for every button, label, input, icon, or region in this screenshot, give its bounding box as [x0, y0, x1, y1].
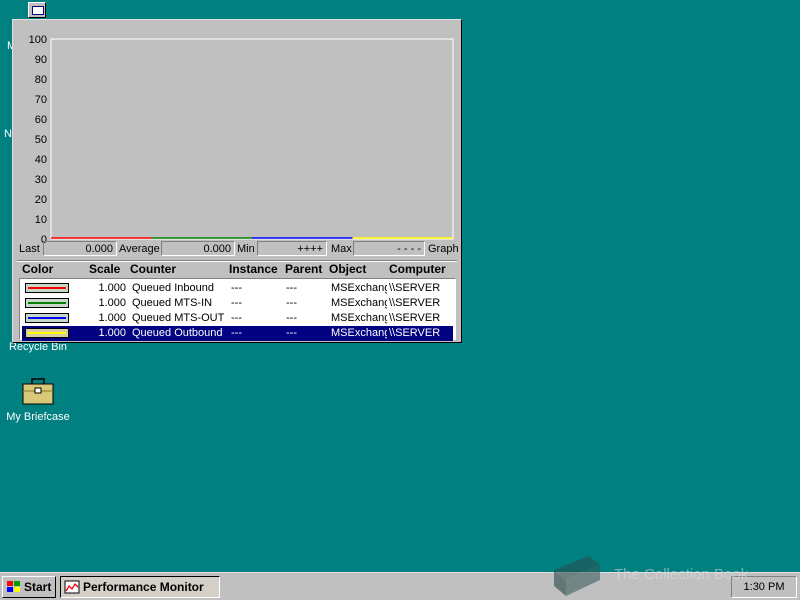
- graph-label: Graph: [428, 243, 459, 255]
- legend-cell-instance: ---: [231, 297, 242, 309]
- legend-row[interactable]: 1.000 Queued Inbound --- --- MSExchangeMTA\\…: [22, 281, 453, 296]
- legend-row[interactable]: 1.000 Queued Outbound --- --- MSExchangeMTA\…: [22, 326, 453, 341]
- legend-row[interactable]: 1.000 Queued MTS-IN --- --- MSExchangeMTA\\S…: [22, 296, 453, 311]
- min-label: Min: [237, 243, 255, 255]
- stats-bar: Last 0.000 Average 0.000 Min ++++ Max - …: [19, 241, 459, 257]
- legend-cell-object: MSExchangeMTA: [331, 297, 387, 309]
- legend-header-color[interactable]: Color: [22, 262, 53, 276]
- legend-color-swatch: [25, 313, 69, 323]
- clock[interactable]: 1:30 PM: [744, 581, 785, 593]
- y-tick-label: 100: [29, 34, 47, 46]
- legend-cell-counter: Queued MTS-IN: [132, 297, 213, 309]
- legend-cell-parent: ---: [286, 327, 297, 339]
- task-label: Performance Monitor: [83, 580, 204, 594]
- average-label: Average: [119, 243, 160, 255]
- legend-cell-computer: \\SERVER: [389, 312, 441, 324]
- legend-header-instance[interactable]: Instance: [229, 262, 278, 276]
- start-label: Start: [24, 580, 52, 594]
- legend-header-object[interactable]: Object: [329, 262, 366, 276]
- last-value: 0.000: [43, 241, 117, 256]
- legend-cell-computer: \\SERVER: [389, 327, 441, 339]
- legend-cell-object: MSExchangeMTA: [331, 312, 387, 324]
- y-tick-label: 90: [35, 54, 47, 66]
- performance-monitor-icon: [64, 580, 80, 594]
- legend-cell-instance: ---: [231, 312, 242, 324]
- legend-color-swatch: [25, 298, 69, 308]
- legend-cell-computer: \\SERVER: [389, 282, 441, 294]
- legend-color-swatch: [25, 328, 69, 338]
- legend-cell-instance: ---: [231, 327, 242, 339]
- legend-cell-counter: Queued Inbound: [132, 282, 214, 294]
- y-tick-label: 20: [35, 194, 47, 206]
- desktop-icon-my-briefcase[interactable]: My Briefcase: [0, 378, 76, 423]
- min-value: ++++: [257, 241, 327, 256]
- legend-cell-parent: ---: [286, 282, 297, 294]
- start-button[interactable]: Start: [2, 576, 56, 598]
- legend-cell-counter: Queued MTS-OUT: [132, 312, 225, 324]
- legend-cell-object: MSExchangeMTA: [331, 327, 387, 339]
- legend-cell-parent: ---: [286, 297, 297, 309]
- legend-cell-scale: 1.000: [98, 312, 126, 324]
- system-tray: 1:30 PM: [731, 576, 797, 598]
- legend-header-computer[interactable]: Computer: [389, 262, 446, 276]
- plot-area: [50, 38, 454, 240]
- legend-color-swatch: [25, 283, 69, 293]
- y-tick-label: 80: [35, 74, 47, 86]
- average-value: 0.000: [161, 241, 235, 256]
- legend-cell-parent: ---: [286, 312, 297, 324]
- legend-row[interactable]: 1.000 Queued MTS-OUT --- --- MSExchangeMTA\\…: [22, 311, 453, 326]
- legend-cell-counter: Queued Outbound: [132, 327, 223, 339]
- briefcase-icon: [22, 378, 54, 405]
- legend-cell-computer: \\SERVER: [389, 297, 441, 309]
- max-label: Max: [331, 243, 352, 255]
- taskbar-button-performance-monitor[interactable]: Performance Monitor: [60, 576, 220, 598]
- briefcase-label: My Briefcase: [6, 411, 70, 423]
- legend-header-parent[interactable]: Parent: [285, 262, 322, 276]
- taskbar: Start Performance Monitor 1:30 PM: [0, 572, 800, 600]
- y-tick-label: 60: [35, 114, 47, 126]
- y-tick-label: 50: [35, 134, 47, 146]
- legend-header-scale[interactable]: Scale: [89, 262, 120, 276]
- chart-area: 1009080706050403020100: [29, 34, 454, 246]
- legend-cell-scale: 1.000: [98, 297, 126, 309]
- last-label: Last: [19, 243, 40, 255]
- y-tick-label: 10: [35, 214, 47, 226]
- y-tick-label: 70: [35, 94, 47, 106]
- legend-cell-scale: 1.000: [98, 282, 126, 294]
- windows-logo-icon: [7, 581, 20, 592]
- legend-cell-instance: ---: [231, 282, 242, 294]
- desktop-icon-my-computer[interactable]: [28, 2, 46, 18]
- desktop-label-partial-n: N: [4, 128, 12, 140]
- legend-list[interactable]: 1.000Queued Inbound------MSExchangeMTA\\…: [19, 278, 456, 341]
- max-value: - - - -: [353, 241, 425, 256]
- legend-header-counter[interactable]: Counter: [130, 262, 176, 276]
- legend-cell-object: MSExchangeMTA: [331, 282, 387, 294]
- y-tick-label: 40: [35, 154, 47, 166]
- performance-monitor-window: 100 90 80 70 60 50 40 30 20 10 0 Last 0.000 Averag…: [12, 19, 462, 343]
- legend-cell-scale: 1.000: [98, 327, 126, 339]
- y-tick-label: 30: [35, 174, 47, 186]
